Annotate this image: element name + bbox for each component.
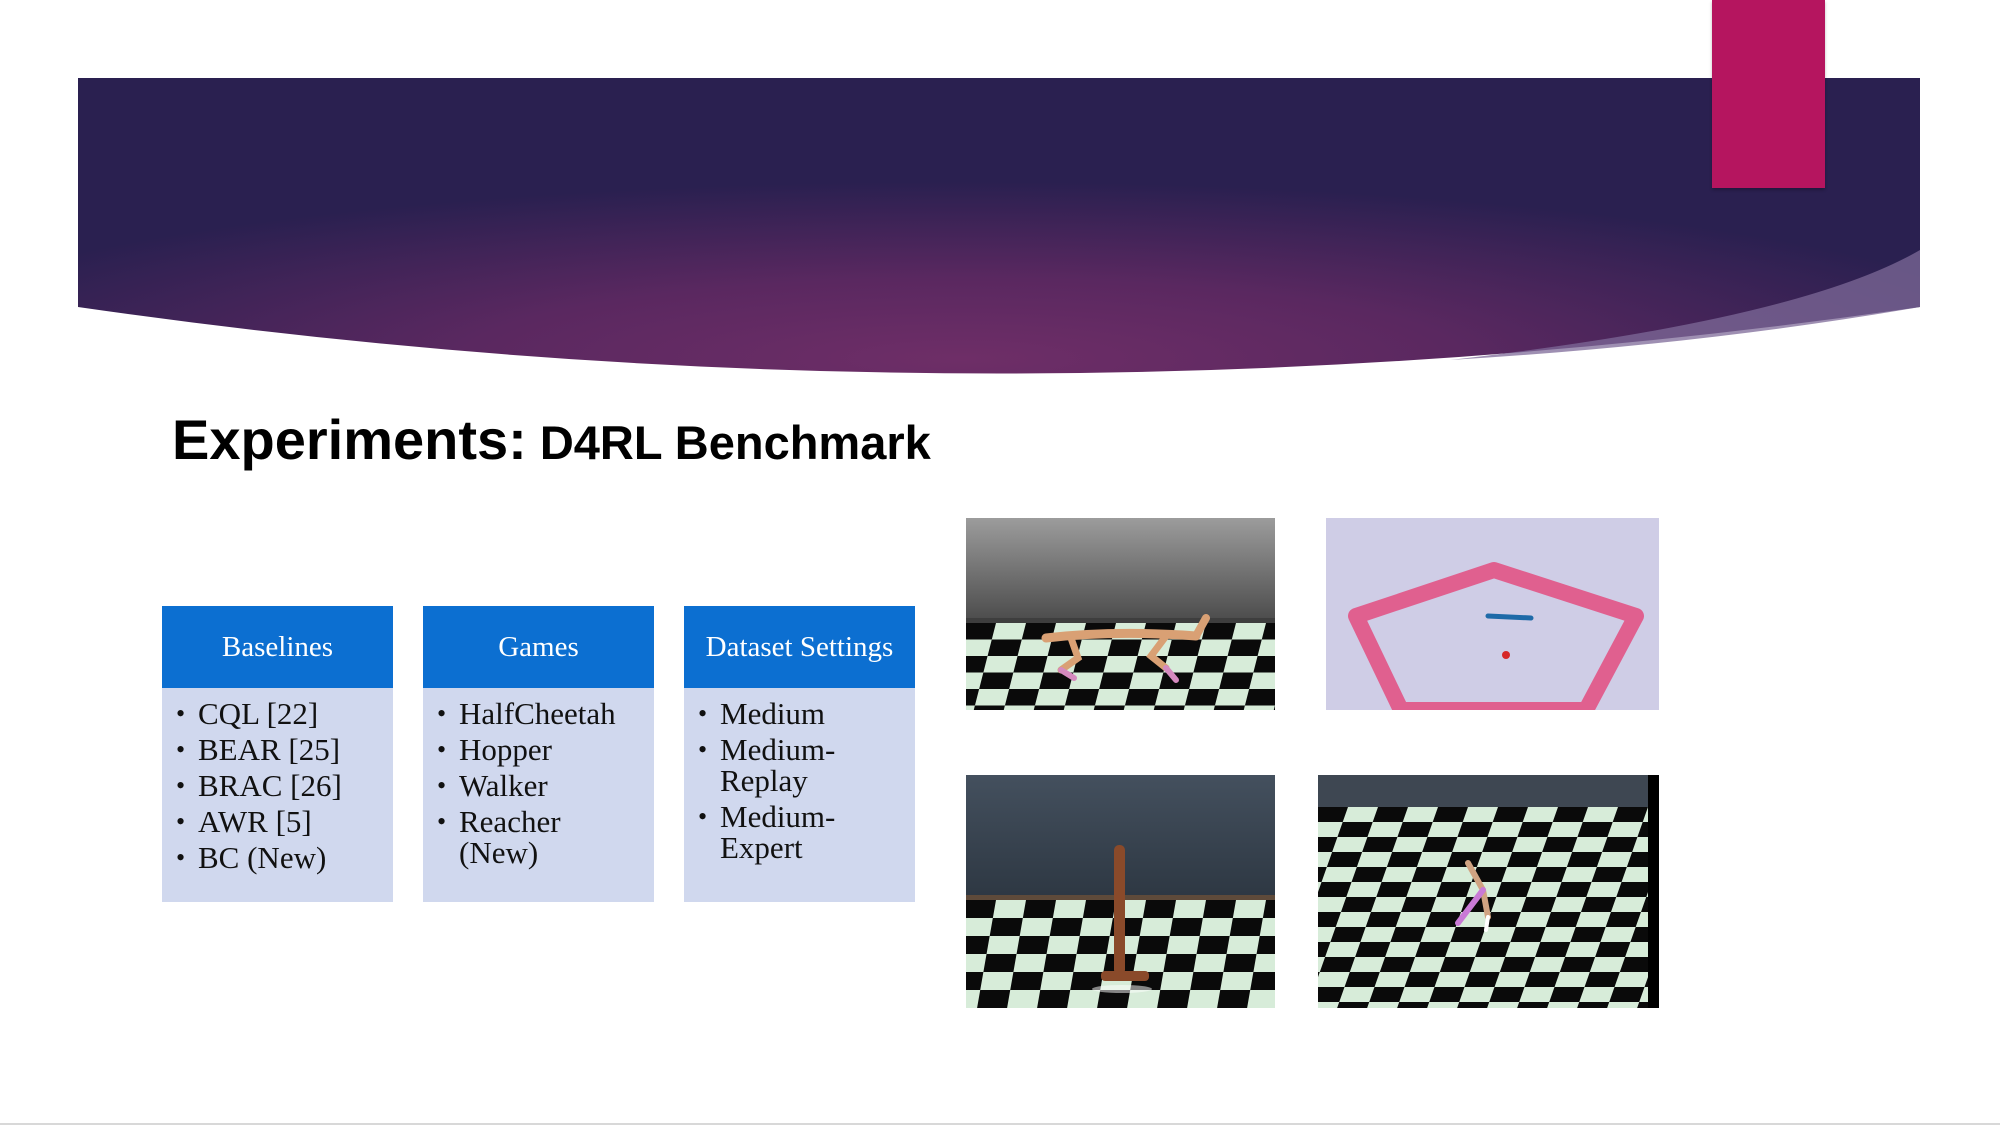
column-list: CQL [22] BEAR [25] BRAC [26] AWR [5] BC …: [162, 688, 393, 902]
walker-image: [1318, 775, 1659, 1008]
list-item: HalfCheetah: [437, 698, 646, 729]
column-list: HalfCheetah Hopper Walker Reacher (New): [423, 688, 654, 902]
halfcheetah-image: [966, 518, 1275, 710]
baselines-column: Baselines CQL [22] BEAR [25] BRAC [26] A…: [162, 606, 393, 902]
list-item: BRAC [26]: [176, 770, 385, 801]
list-item: AWR [5]: [176, 806, 385, 837]
list-item: CQL [22]: [176, 698, 385, 729]
games-column: Games HalfCheetah Hopper Walker Reacher …: [423, 606, 654, 902]
dataset-settings-column: Dataset Settings Medium Medium-Replay Me…: [684, 606, 915, 902]
title-sub: D4RL Benchmark: [526, 416, 931, 469]
list-item: Hopper: [437, 734, 646, 765]
accent-tab: [1712, 0, 1825, 188]
list-item: Walker: [437, 770, 646, 801]
column-header: Baselines: [162, 606, 393, 688]
reacher-image: [1326, 518, 1659, 710]
list-item: BEAR [25]: [176, 734, 385, 765]
list-item: Medium: [698, 698, 907, 729]
column-list: Medium Medium-Replay Medium-Expert: [684, 688, 915, 902]
title-main: Experiments:: [172, 408, 527, 471]
hopper-image: [966, 775, 1275, 1008]
column-header: Dataset Settings: [684, 606, 915, 688]
column-header: Games: [423, 606, 654, 688]
list-item: BC (New): [176, 842, 385, 873]
slide: Experiments: D4RL Benchmark Baselines CQ…: [0, 0, 2000, 1125]
list-item: Medium-Replay: [698, 734, 907, 796]
list-item: Medium-Expert: [698, 801, 907, 863]
list-item: Reacher (New): [437, 806, 646, 868]
slide-title: Experiments: D4RL Benchmark: [172, 412, 931, 468]
header-banner: [78, 78, 1920, 374]
